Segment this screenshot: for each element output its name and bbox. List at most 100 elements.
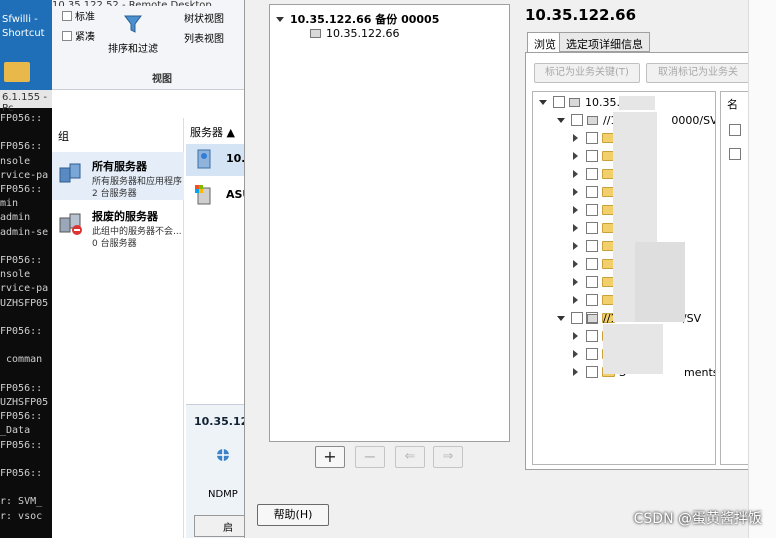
folder-checkbox[interactable] [586, 294, 598, 306]
expand-arrow-icon[interactable] [573, 170, 578, 178]
tab-selected-details[interactable]: 选定项详细信息 [559, 32, 650, 52]
retired-servers-icon [59, 213, 82, 235]
folder-checkbox[interactable] [586, 258, 598, 270]
compact-checkbox[interactable] [62, 31, 72, 41]
expand-arrow-icon[interactable] [573, 134, 578, 142]
group-name: 报废的服务器 [92, 210, 158, 223]
group-retired-servers[interactable]: 报废的服务器 此组中的服务器不会... 0 台服务器 [52, 202, 184, 250]
backup-sources-tree[interactable]: 10.35.122.66 备份 00005 10.35.122.66 [269, 4, 510, 442]
add-button[interactable]: + [315, 446, 345, 468]
expand-arrow-icon[interactable] [573, 152, 578, 160]
list-view-button[interactable]: 列表视图 [184, 30, 224, 45]
item-checkbox[interactable] [729, 148, 741, 160]
compact-label: 紧凑 [75, 32, 95, 43]
tree-child-node[interactable]: 10.35.122.66 [310, 27, 399, 40]
share-checkbox[interactable] [571, 312, 583, 324]
folder-checkbox[interactable] [586, 276, 598, 288]
terminal-line: comman [0, 354, 43, 366]
tab-browse[interactable]: 浏览 [527, 32, 563, 53]
rdp-session-tab[interactable]: 6.1.155 - Pc [0, 90, 52, 114]
desktop-background: Sfwilli - Shortcut 6.1.155 - Pc FP056:: … [0, 0, 52, 538]
groups-panel: 组 所有服务器 所有服务器和应用程序 2 台服务器 报废的服务器 此组中的服务器… [52, 118, 184, 538]
tree-view-button[interactable]: 树状视图 [184, 10, 224, 25]
servers-header-label: 服务器 [190, 126, 223, 139]
item-checkbox[interactable] [729, 124, 741, 136]
desktop-right-edge [748, 0, 776, 538]
expand-arrow-icon[interactable] [573, 260, 578, 268]
folder-checkbox[interactable] [586, 168, 598, 180]
filter-icon[interactable] [124, 14, 142, 34]
help-button[interactable]: 帮助(H) [257, 504, 329, 526]
terminal-line: rvice-pa [0, 169, 49, 181]
expand-arrow-icon[interactable] [573, 278, 578, 286]
detail-ip: 10.35.12 [194, 415, 249, 428]
tree-root-node[interactable]: 10.35.1 [539, 96, 627, 109]
expand-arrow-icon[interactable] [573, 350, 578, 358]
expand-arrow-icon[interactable] [573, 224, 578, 232]
name-column: 名 [720, 91, 750, 465]
server-icon [569, 98, 580, 107]
terminal-line: rvice-pa [0, 283, 49, 295]
terminal-line: r: SVM_ [0, 496, 43, 508]
folder-checkbox[interactable] [586, 150, 598, 162]
folder-checkbox[interactable] [586, 222, 598, 234]
ribbon: 标准 紧凑 排序和过滤 树状视图 列表视图 视图 [52, 0, 252, 90]
move-right-button[interactable]: ⇒ [433, 446, 463, 468]
folder-checkbox[interactable] [586, 240, 598, 252]
expand-arrow-icon[interactable] [557, 316, 565, 321]
folder-icon [4, 62, 30, 82]
expand-arrow-icon[interactable] [573, 242, 578, 250]
standard-checkbox[interactable] [62, 11, 72, 21]
ribbon-group-label: 视图 [152, 74, 172, 85]
expand-arrow-icon[interactable] [573, 206, 578, 214]
redacted-region [619, 96, 655, 110]
folder-checkbox[interactable] [586, 330, 598, 342]
view-compact-option[interactable]: 紧凑 [62, 28, 95, 43]
share-path-tail: 0000/SV [671, 114, 716, 127]
expand-arrow-icon[interactable] [557, 118, 565, 123]
server-icon [310, 29, 321, 38]
folder-checkbox[interactable] [586, 348, 598, 360]
server-row[interactable]: ASU [186, 180, 252, 212]
terminal-line: FP056:: [0, 113, 43, 124]
root-checkbox[interactable] [553, 96, 565, 108]
view-standard-option[interactable]: 标准 [62, 8, 95, 23]
expand-arrow-icon[interactable] [573, 368, 578, 376]
servers-header[interactable]: 服务器 ▲ [190, 124, 235, 140]
folder-checkbox[interactable] [586, 186, 598, 198]
standard-label: 标准 [75, 12, 95, 23]
expand-arrow-icon[interactable] [276, 17, 284, 22]
share-checkbox[interactable] [571, 114, 583, 126]
unmark-business-critical-button[interactable]: 取消标记为业务关 [646, 63, 750, 83]
expand-arrow-icon[interactable] [573, 332, 578, 340]
name-column-header[interactable]: 名 [727, 96, 738, 112]
folder-checkbox[interactable] [586, 132, 598, 144]
desktop-shortcut[interactable]: Sfwilli - Shortcut [0, 0, 52, 90]
browse-panel: 标记为业务关键(T) 取消标记为业务关 10.35.1 //10000/SV N… [525, 52, 750, 470]
remove-button[interactable]: − [355, 446, 385, 468]
windows-server-icon [195, 185, 211, 205]
terminal-line: FP056:: [0, 184, 43, 196]
redacted-region [635, 242, 685, 322]
move-left-button[interactable]: ⇐ [395, 446, 425, 468]
folder-checkbox[interactable] [586, 366, 598, 378]
expand-arrow-icon[interactable] [573, 296, 578, 304]
redacted-region [603, 324, 663, 374]
expand-arrow-icon[interactable] [573, 188, 578, 196]
shortcut-name-line1: Sfwilli - [2, 14, 38, 25]
group-count: 2 台服务器 [92, 189, 137, 199]
folder-checkbox[interactable] [586, 204, 598, 216]
sort-filter-button[interactable]: 排序和过滤 [108, 40, 158, 55]
resource-tree[interactable]: 10.35.1 //10000/SV NG(I/EC //10.30000/SV… [532, 91, 716, 465]
watermark: CSDN @蛋黄酱拌饭 [633, 511, 762, 527]
server-row[interactable]: 10. [186, 144, 252, 176]
tree-child-label: 10.35.122.66 [326, 27, 400, 40]
group-all-servers[interactable]: 所有服务器 所有服务器和应用程序 2 台服务器 [52, 152, 184, 200]
tree-root-node[interactable]: 10.35.122.66 备份 00005 [276, 11, 439, 27]
mark-business-critical-button[interactable]: 标记为业务关键(T) [534, 63, 640, 83]
expand-arrow-icon[interactable] [539, 100, 547, 105]
